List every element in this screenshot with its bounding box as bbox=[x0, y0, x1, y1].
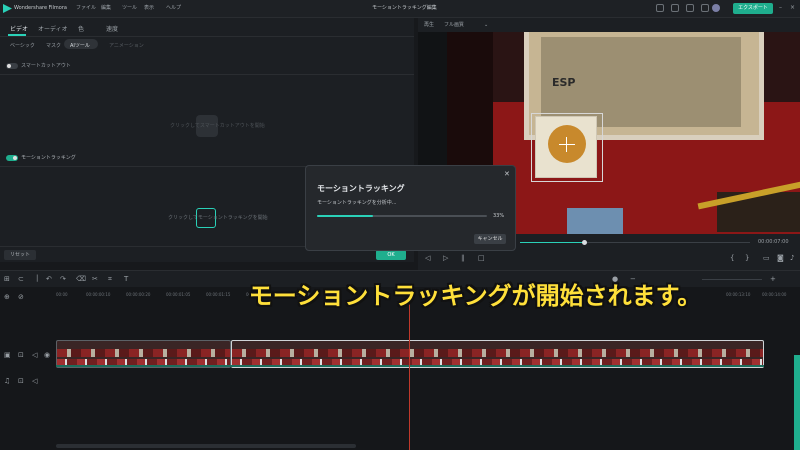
subtab-basic[interactable]: ベーシック bbox=[10, 42, 35, 49]
avatar[interactable] bbox=[712, 4, 720, 12]
motion-tracking-dialog: ✕ モーショントラッキング モーショントラッキングを分析中... 33% キャン… bbox=[305, 165, 516, 251]
video-clip[interactable] bbox=[56, 340, 231, 368]
title-bar: Wondershare Filmora ファイル 編集 ツール 表示 ヘルプ モ… bbox=[0, 0, 800, 18]
progress-percent: 33% bbox=[493, 213, 505, 219]
app-name: Wondershare Filmora bbox=[14, 5, 67, 11]
export-button[interactable]: エクスポート bbox=[733, 3, 773, 14]
smart-cutout-hint: クリックしてスマートカットアウトを開始 bbox=[170, 123, 265, 129]
menu-help[interactable]: ヘルプ bbox=[166, 6, 181, 11]
divider bbox=[0, 74, 414, 75]
video-track-icon: ▣ bbox=[4, 351, 11, 359]
audio-track-icon: ♫ bbox=[4, 377, 11, 385]
lock-icon[interactable]: ⊡ bbox=[18, 378, 24, 385]
esp-sign: ESP bbox=[552, 76, 576, 89]
quality-select[interactable]: フル画質 bbox=[444, 23, 464, 28]
mute-icon[interactable]: ◁ bbox=[32, 352, 37, 359]
window-title: モーショントラッキング編集 bbox=[372, 5, 437, 11]
video-clip-selected[interactable] bbox=[231, 340, 764, 368]
scrub-progress bbox=[520, 242, 585, 243]
smart-cutout-toggle[interactable] bbox=[6, 63, 18, 69]
dialog-status: モーショントラッキングを分析中... bbox=[317, 200, 397, 206]
crosshair-icon bbox=[566, 137, 567, 152]
subtab-animation[interactable]: アニメーション bbox=[109, 42, 144, 49]
chevron-down-icon[interactable]: ⌄ bbox=[484, 23, 488, 28]
volume-icon[interactable]: ♪ bbox=[790, 254, 794, 262]
mute-icon[interactable]: ◁ bbox=[32, 378, 37, 385]
scrub-handle[interactable] bbox=[582, 240, 587, 245]
timeline-scrollbar[interactable] bbox=[56, 444, 356, 448]
monitor-icon[interactable]: ▭ bbox=[763, 254, 770, 262]
clip-thumbnails bbox=[57, 349, 230, 357]
prev-frame-icon[interactable]: ◁ bbox=[425, 254, 430, 262]
tab-audio[interactable]: オーディオ bbox=[38, 24, 68, 33]
tab-color[interactable]: 色 bbox=[78, 24, 84, 33]
filmora-logo-icon bbox=[3, 4, 12, 13]
tracking-box[interactable] bbox=[531, 113, 603, 182]
subtab-ai-tools[interactable]: AIツール bbox=[70, 42, 90, 49]
reset-button[interactable]: リセット bbox=[4, 250, 36, 260]
save-icon[interactable] bbox=[671, 4, 679, 12]
volume-meter bbox=[794, 355, 800, 450]
menu-edit[interactable]: 編集 bbox=[101, 6, 111, 11]
photo-on-wall bbox=[567, 208, 623, 234]
audio-waveform bbox=[56, 365, 764, 367]
timecode: 00:00:07:00 bbox=[758, 239, 789, 245]
tab-video[interactable]: ビデオ bbox=[10, 24, 28, 33]
playback-label: 再生 bbox=[424, 22, 435, 28]
close-icon[interactable]: ✕ bbox=[504, 170, 510, 178]
toggle-knob bbox=[7, 64, 11, 68]
motion-tracking-toggle[interactable] bbox=[6, 155, 18, 161]
gift-icon[interactable] bbox=[701, 4, 709, 12]
cancel-button[interactable]: キャンセル bbox=[474, 234, 506, 244]
progress-bar bbox=[317, 215, 487, 217]
left-bracket-icon[interactable]: { bbox=[730, 254, 734, 262]
motion-tracking-label: モーショントラッキング bbox=[21, 155, 76, 161]
pause-icon[interactable]: ∥ bbox=[461, 254, 465, 262]
smart-cutout-label: スマートカットアウト bbox=[21, 63, 71, 69]
ok-button[interactable]: OK bbox=[376, 250, 406, 260]
menu-file[interactable]: ファイル bbox=[76, 6, 96, 11]
menu-tools[interactable]: ツール bbox=[122, 6, 137, 11]
minimize-icon[interactable]: – bbox=[779, 5, 782, 11]
image-icon[interactable] bbox=[686, 4, 694, 12]
close-window-icon[interactable]: × bbox=[790, 5, 795, 11]
crosshair-icon bbox=[559, 144, 575, 145]
progress-fill bbox=[317, 215, 374, 217]
motion-tracking-hint: クリックしてモーショントラッキングを開始 bbox=[168, 215, 268, 221]
lock-icon[interactable]: ⊡ bbox=[18, 352, 24, 359]
preview-header: 再生 フル画質 ⌄ bbox=[418, 18, 800, 32]
menu-view[interactable]: 表示 bbox=[144, 6, 154, 11]
tab-speed[interactable]: 速度 bbox=[106, 24, 118, 33]
caption-overlay: モーショントラッキングが開始されます。 bbox=[248, 282, 702, 310]
grid-icon[interactable] bbox=[656, 4, 664, 12]
eye-icon[interactable]: ◉ bbox=[44, 352, 50, 359]
toggle-knob bbox=[13, 156, 17, 160]
dialog-title: モーショントラッキング bbox=[317, 184, 405, 193]
play-back-icon[interactable]: ▷ bbox=[443, 254, 448, 262]
clip-thumbnails bbox=[232, 349, 763, 357]
stop-icon[interactable]: □ bbox=[478, 254, 485, 262]
right-bracket-icon[interactable]: } bbox=[745, 254, 749, 262]
divider bbox=[0, 36, 414, 37]
camera-icon[interactable]: ◙ bbox=[777, 254, 784, 262]
subtab-mask[interactable]: マスク bbox=[46, 42, 61, 49]
